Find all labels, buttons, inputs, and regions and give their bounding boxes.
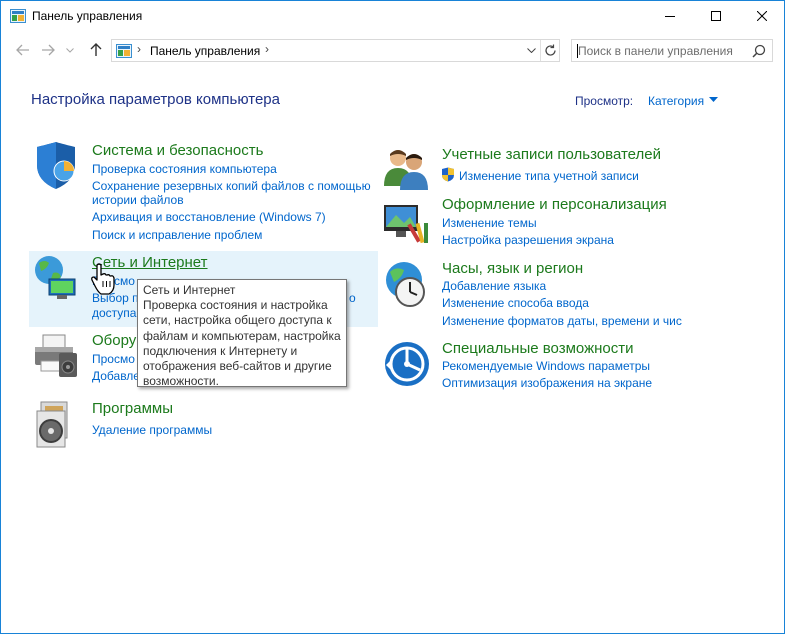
page-title: Настройка параметров компьютера <box>31 91 280 108</box>
close-icon <box>757 11 767 21</box>
refresh-icon <box>545 44 556 56</box>
minimize-button[interactable] <box>647 1 693 31</box>
address-dropdown-button[interactable] <box>522 40 540 61</box>
maximize-button[interactable] <box>693 1 739 31</box>
refresh-button[interactable] <box>540 40 560 61</box>
link-file-history-backup-cont[interactable]: истории файлов <box>92 192 184 208</box>
network-globe-icon[interactable] <box>31 253 81 303</box>
tooltip-line: сети, настройка общего доступа к <box>143 313 332 328</box>
link-hardware-partial[interactable]: Просмо <box>92 351 135 367</box>
chevron-down-icon <box>526 48 536 53</box>
link-check-computer-status[interactable]: Проверка состояния компьютера <box>92 161 277 177</box>
view-by-dropdown[interactable]: Категория <box>648 94 704 108</box>
clock-globe-icon[interactable] <box>382 260 432 310</box>
chevron-down-icon[interactable] <box>709 97 718 103</box>
link-add-language[interactable]: Добавление языка <box>442 278 546 294</box>
link-optimize-display[interactable]: Оптимизация изображения на экране <box>442 375 652 391</box>
address-bar[interactable]: › Панель управления › <box>111 39 560 62</box>
category-title-programs[interactable]: Программы <box>92 400 173 417</box>
forward-button[interactable] <box>37 39 59 61</box>
tooltip: Сеть и Интернет Проверка состояния и нас… <box>137 279 347 389</box>
tooltip-line: отображения веб-сайтов и другие <box>143 359 332 374</box>
arrow-up-icon <box>90 43 102 56</box>
arrow-right-icon <box>42 44 55 56</box>
view-by-label: Просмотр: <box>575 94 634 108</box>
title-bar[interactable]: Панель управления <box>1 1 784 31</box>
tooltip-line: подключения к Интернету и <box>143 343 298 358</box>
control-panel-icon <box>116 44 132 58</box>
link-homegroup-partial-cont[interactable]: доступа <box>92 305 136 321</box>
back-button[interactable] <box>12 39 34 61</box>
breadcrumb-control-panel[interactable]: Панель управления <box>150 44 260 58</box>
category-title-appearance[interactable]: Оформление и персонализация <box>442 196 667 213</box>
printer-icon[interactable] <box>31 331 81 381</box>
search-box[interactable] <box>571 39 773 62</box>
category-title-clock-region[interactable]: Часы, язык и регион <box>442 260 583 277</box>
link-recommended-settings[interactable]: Рекомендуемые Windows параметры <box>442 358 650 374</box>
minimize-icon <box>665 16 675 17</box>
breadcrumb-separator[interactable]: › <box>265 42 269 56</box>
navigation-bar: › Панель управления › <box>1 31 784 69</box>
chevron-down-icon <box>66 47 74 53</box>
link-backup-restore-win7[interactable]: Архивация и восстановление (Windows 7) <box>92 209 326 225</box>
close-button[interactable] <box>739 1 785 31</box>
link-change-date-formats[interactable]: Изменение форматов даты, времени и чис <box>442 313 682 329</box>
window-title: Панель управления <box>32 9 143 23</box>
recent-locations-button[interactable] <box>63 39 77 61</box>
category-title-system-security[interactable]: Система и безопасность <box>92 142 263 159</box>
category-title-user-accounts[interactable]: Учетные записи пользователей <box>442 146 661 163</box>
personalization-monitor-icon[interactable] <box>382 197 432 247</box>
maximize-icon <box>711 11 721 21</box>
search-input[interactable] <box>578 43 748 59</box>
tooltip-title: Сеть и Интернет <box>143 283 236 297</box>
accessibility-icon[interactable] <box>382 339 432 389</box>
programs-disc-icon[interactable] <box>31 399 81 449</box>
link-change-account-type[interactable]: Изменение типа учетной записи <box>459 168 639 184</box>
link-change-input-method[interactable]: Изменение способа ввода <box>442 295 589 311</box>
tooltip-line: Проверка состояния и настройка <box>143 298 328 313</box>
link-change-theme[interactable]: Изменение темы <box>442 215 537 231</box>
arrow-left-icon <box>16 44 29 56</box>
hand-cursor-icon <box>91 263 115 295</box>
control-panel-window: Панель управления › Панель управления › … <box>0 0 785 634</box>
up-button[interactable] <box>85 39 107 61</box>
control-panel-icon <box>10 9 26 23</box>
link-hardware-add-partial[interactable]: Добавле <box>92 368 140 384</box>
shield-icon[interactable] <box>31 141 81 191</box>
search-icon[interactable] <box>752 44 766 58</box>
tooltip-line: файлам и компьютерам, настройка <box>143 328 341 343</box>
link-uninstall-program[interactable]: Удаление программы <box>92 422 212 438</box>
link-troubleshoot[interactable]: Поиск и исправление проблем <box>92 227 262 243</box>
breadcrumb-separator[interactable]: › <box>137 42 141 56</box>
category-title-hardware-sound-partial[interactable]: Обору <box>92 332 136 349</box>
link-homegroup-partial-end[interactable]: о <box>349 290 356 306</box>
tooltip-line: возможности. <box>143 374 219 389</box>
users-icon[interactable] <box>382 144 432 194</box>
category-title-ease-of-access[interactable]: Специальные возможности <box>442 340 634 357</box>
link-screen-resolution[interactable]: Настройка разрешения экрана <box>442 232 614 248</box>
uac-shield-icon <box>442 167 454 182</box>
